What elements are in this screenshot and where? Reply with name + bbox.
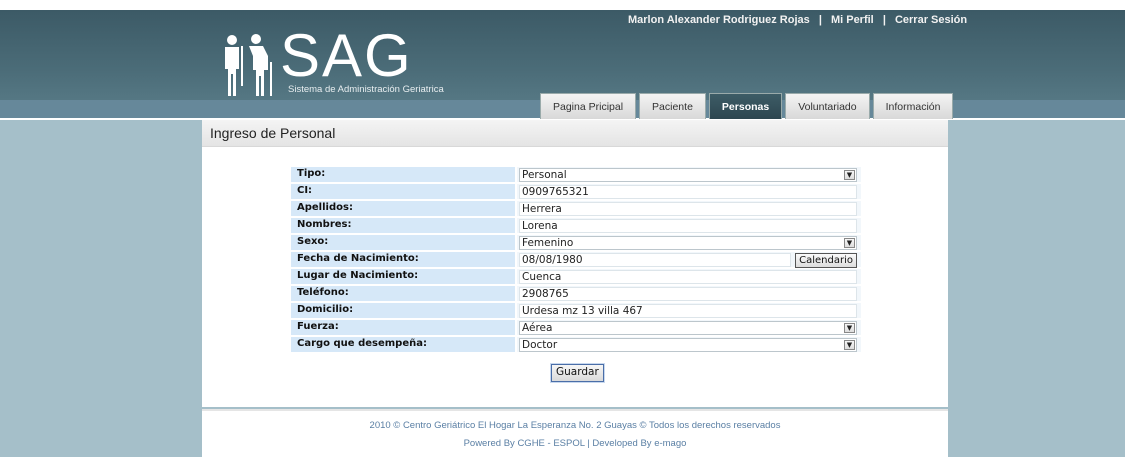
footer-copyright: 2010 © Centro Geriátrico El Hogar La Esp… <box>369 420 781 431</box>
elderly-people-icon <box>225 34 272 96</box>
profile-link[interactable]: Mi Perfil <box>831 14 874 26</box>
top-strip <box>0 0 1125 10</box>
form-row: Cargo que desempeña: Doctor ▼ <box>290 336 862 353</box>
fuerza-select[interactable]: Aérea ▼ <box>519 321 857 335</box>
tab-pagina-principal[interactable]: Pagina Pricipal <box>540 93 637 119</box>
apellidos-input[interactable]: Herrera <box>519 202 857 216</box>
nombres-input[interactable]: Lorena <box>519 219 857 233</box>
fuerza-value: Aérea <box>522 322 553 334</box>
sexo-label: Sexo: <box>290 234 516 251</box>
logo-subtitle: Sistema de Administración Geriatrica <box>288 84 444 95</box>
tipo-select[interactable]: Personal ▼ <box>519 168 857 182</box>
form-row: Fuerza: Aérea ▼ <box>290 319 862 336</box>
fecha-label: Fecha de Nacimiento: <box>290 251 516 268</box>
tipo-label: Tipo: <box>290 166 516 183</box>
personal-form: Tipo: Personal ▼ CI: 0909765321 Apellidos… <box>290 166 862 353</box>
footer: 2010 © Centro Geriátrico El Hogar La Esp… <box>202 409 948 457</box>
footer-credits: Powered By CGHE - ESPOL | Developed By e… <box>463 438 687 449</box>
apellidos-label: Apellidos: <box>290 200 516 217</box>
separator: | <box>882 14 886 26</box>
main-nav: Pagina Pricipal Paciente Personas Volunt… <box>540 93 954 119</box>
telefono-input[interactable]: 2908765 <box>519 287 857 301</box>
tab-informacion[interactable]: Información <box>872 93 954 119</box>
form-row: Sexo: Femenino ▼ <box>290 234 862 251</box>
tipo-value: Personal <box>522 169 567 181</box>
telefono-label: Teléfono: <box>290 285 516 302</box>
logo-text: SAG <box>280 22 413 89</box>
nombres-label: Nombres: <box>290 217 516 234</box>
chevron-down-icon[interactable]: ▼ <box>844 170 855 180</box>
user-name-link[interactable]: Marlon Alexander Rodriguez Rojas <box>628 14 810 26</box>
cargo-select[interactable]: Doctor ▼ <box>519 338 857 352</box>
fuerza-label: Fuerza: <box>290 319 516 336</box>
calendar-button[interactable]: Calendario <box>795 253 857 268</box>
logo[interactable]: SAG Sistema de Administración Geriatrica <box>218 26 518 104</box>
form-row: Nombres: Lorena <box>290 217 862 234</box>
chevron-down-icon[interactable]: ▼ <box>844 323 855 333</box>
chevron-down-icon[interactable]: ▼ <box>844 238 855 248</box>
form-row: Tipo: Personal ▼ <box>290 166 862 183</box>
cargo-label: Cargo que desempeña: <box>290 336 516 353</box>
form-row: Apellidos: Herrera <box>290 200 862 217</box>
tab-personas[interactable]: Personas <box>708 93 783 119</box>
sexo-value: Femenino <box>522 237 574 249</box>
lugar-input[interactable]: Cuenca <box>519 270 857 284</box>
save-button[interactable]: Guardar <box>551 364 604 382</box>
lugar-label: Lugar de Nacimiento: <box>290 268 516 285</box>
ci-input[interactable]: 0909765321 <box>519 185 857 199</box>
domicilio-label: Domicilio: <box>290 302 516 319</box>
fecha-input[interactable]: 08/08/1980 <box>519 253 791 267</box>
tab-paciente[interactable]: Paciente <box>639 93 706 119</box>
logout-link[interactable]: Cerrar Sesión <box>895 14 967 26</box>
separator: | <box>818 14 822 26</box>
form-row: Teléfono: 2908765 <box>290 285 862 302</box>
form-row: CI: 0909765321 <box>290 183 862 200</box>
cargo-value: Doctor <box>522 339 558 351</box>
form-row: Lugar de Nacimiento: Cuenca <box>290 268 862 285</box>
tab-voluntariado[interactable]: Voluntariado <box>785 93 870 119</box>
page-title: Ingreso de Personal <box>202 120 948 147</box>
form-row: Domicilio: Urdesa mz 13 villa 467 <box>290 302 862 319</box>
sexo-select[interactable]: Femenino ▼ <box>519 236 857 250</box>
form-row: Fecha de Nacimiento: 08/08/1980 Calendari… <box>290 251 862 268</box>
content-panel: Ingreso de Personal Tipo: Personal ▼ CI: … <box>202 120 948 407</box>
chevron-down-icon[interactable]: ▼ <box>844 340 855 350</box>
domicilio-input[interactable]: Urdesa mz 13 villa 467 <box>519 304 857 318</box>
user-bar: Marlon Alexander Rodriguez Rojas | Mi Pe… <box>628 14 967 26</box>
ci-label: CI: <box>290 183 516 200</box>
